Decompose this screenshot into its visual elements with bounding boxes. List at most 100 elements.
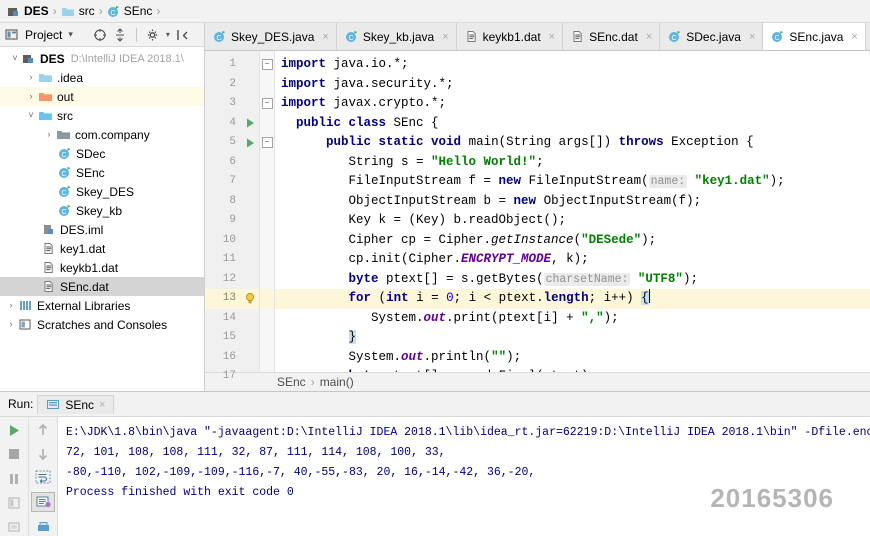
gutter-cell — [241, 309, 259, 329]
tree-row-class[interactable]: C Skey_DES — [0, 182, 204, 201]
run-arrow-icon[interactable] — [241, 133, 259, 153]
tree-row-class[interactable]: C SDec — [0, 144, 204, 163]
code-line-14: System.out.print(ptext[i] + ","); — [371, 310, 619, 325]
pause-icon[interactable] — [3, 469, 25, 487]
close-icon[interactable]: × — [99, 399, 105, 411]
export-icon[interactable] — [3, 518, 25, 536]
collapse-target-icon[interactable] — [93, 28, 107, 42]
print-icon[interactable] — [3, 494, 25, 512]
line-number-current: 13 — [205, 289, 241, 309]
breadcrumb-method-name[interactable]: main() — [320, 375, 354, 389]
java-class-icon: C — [58, 204, 72, 217]
fold-marker[interactable]: − — [260, 55, 274, 75]
expand-arrow-icon[interactable]: › — [24, 73, 38, 82]
navigation-bar: DES › src › C SEnc › — [0, 0, 870, 23]
dat-file-icon — [42, 261, 56, 274]
tree-row-selected[interactable]: SEnc.dat — [0, 277, 204, 296]
tree-row-dat[interactable]: key1.dat — [0, 239, 204, 258]
settings-icon[interactable] — [146, 28, 160, 42]
folder-icon — [61, 5, 75, 18]
chevron-down-icon[interactable]: ▾ — [68, 30, 73, 39]
breadcrumb-module[interactable]: DES — [4, 2, 52, 20]
close-icon[interactable]: × — [442, 31, 448, 43]
tree-label: src — [57, 108, 73, 123]
intention-bulb-icon[interactable] — [241, 289, 259, 309]
tree-label: out — [57, 89, 74, 104]
collapse-arrow-icon[interactable]: ˅ — [24, 111, 38, 120]
tree-row-package[interactable]: › com.company — [0, 125, 204, 144]
expand-arrow-icon[interactable]: › — [4, 320, 18, 329]
scroll-to-end-icon[interactable] — [31, 492, 55, 513]
tab-sdec-java[interactable]: C SDec.java × — [660, 23, 764, 50]
fold-minus-icon[interactable]: − — [261, 98, 273, 110]
console-line: -80,-110, 102,-109,-109,-116,-7, 40,-55,… — [66, 466, 536, 479]
close-icon[interactable]: × — [851, 31, 857, 43]
expand-collapse-icon[interactable] — [113, 27, 127, 42]
breadcrumb-folder[interactable]: src — [58, 2, 98, 20]
tab-skey-kb-java[interactable]: C Skey_kb.java × — [336, 23, 457, 50]
java-class-icon: C — [771, 30, 784, 43]
fold-minus-icon[interactable]: − — [261, 137, 273, 149]
run-config-tab[interactable]: SEnc × — [37, 394, 115, 414]
tree-row-external-libraries[interactable]: › External Libraries — [0, 296, 204, 315]
line-number: 17 — [222, 370, 236, 382]
tree-row[interactable]: ˅ DES D:\IntelliJ IDEA 2018.1\ — [0, 49, 204, 68]
tree-row-class[interactable]: C SEnc — [0, 163, 204, 182]
tree-label: .idea — [57, 70, 84, 85]
close-icon[interactable]: × — [322, 31, 328, 43]
expand-arrow-icon[interactable]: › — [42, 130, 56, 139]
print-output-icon[interactable] — [32, 518, 54, 536]
tree-row-iml[interactable]: DES.iml — [0, 220, 204, 239]
tree-row-scratches[interactable]: › Scratches and Consoles — [0, 315, 204, 334]
hide-panel-icon[interactable] — [176, 28, 190, 42]
dat-file-icon — [571, 30, 584, 43]
fold-cell — [260, 114, 274, 134]
console-output[interactable]: E:\JDK\1.8\bin\java "-javaagent:D:\Intel… — [58, 417, 870, 536]
code-line-12: byte ptext[] = s.getBytes(charsetName: "… — [348, 271, 698, 286]
fold-minus-icon[interactable]: − — [261, 59, 273, 71]
tree-row-src[interactable]: ˅ src — [0, 106, 204, 125]
line-number: 5 — [229, 136, 236, 148]
tree-row-out[interactable]: › out — [0, 87, 204, 106]
tab-senc-dat[interactable]: SEnc.dat × — [563, 23, 661, 50]
gutter-cell — [241, 94, 259, 114]
tab-label: Skey_kb.java — [362, 29, 435, 44]
expand-arrow-icon[interactable]: ˅ — [8, 54, 22, 63]
tree-row[interactable]: › .idea — [0, 68, 204, 87]
up-arrow-icon[interactable] — [32, 421, 54, 439]
java-class-icon: C — [213, 30, 226, 43]
tree-module-path: D:\IntelliJ IDEA 2018.1\ — [70, 52, 184, 65]
line-number: 7 — [229, 175, 236, 187]
rerun-icon[interactable] — [3, 421, 25, 439]
code-text-area[interactable]: import java.io.*; import java.security.*… — [275, 51, 870, 372]
down-arrow-icon[interactable] — [32, 445, 54, 463]
run-arrow-icon[interactable] — [241, 114, 259, 134]
project-tree[interactable]: ˅ DES D:\IntelliJ IDEA 2018.1\ › .idea › — [0, 47, 204, 391]
project-view-icon[interactable] — [5, 28, 19, 41]
expand-arrow-icon[interactable]: › — [4, 301, 18, 310]
tab-skey-des-java[interactable]: C Skey_DES.java × — [205, 23, 337, 50]
fold-cell — [260, 211, 274, 231]
close-icon[interactable]: × — [749, 31, 755, 43]
run-label: Run: — [8, 397, 34, 411]
run-left-toolbar — [0, 417, 29, 536]
tree-row-dat[interactable]: keykb1.dat — [0, 258, 204, 277]
breadcrumb-class[interactable]: C SEnc — [104, 2, 156, 20]
code-line-7: FileInputStream f = new FileInputStream(… — [348, 174, 785, 188]
close-icon[interactable]: × — [549, 31, 555, 43]
scratches-icon — [18, 318, 33, 331]
soft-wrap-icon[interactable] — [32, 469, 54, 487]
fold-marker[interactable]: − — [260, 94, 274, 114]
tree-row-class[interactable]: C Skey_kb — [0, 201, 204, 220]
project-toolbar: Project ▾ ▾ — [0, 23, 204, 47]
tree-label: DES — [40, 51, 65, 66]
breadcrumb-class-name[interactable]: SEnc — [277, 375, 306, 389]
expand-arrow-icon[interactable]: › — [24, 92, 38, 101]
tab-senc-java[interactable]: C SEnc.java × — [763, 23, 866, 50]
stop-icon[interactable] — [3, 445, 25, 463]
fold-marker[interactable]: − — [260, 133, 274, 153]
fold-cell — [260, 153, 274, 173]
tree-label: External Libraries — [37, 298, 131, 313]
close-icon[interactable]: × — [646, 31, 652, 43]
tab-keykb1-dat[interactable]: keykb1.dat × — [456, 23, 564, 50]
